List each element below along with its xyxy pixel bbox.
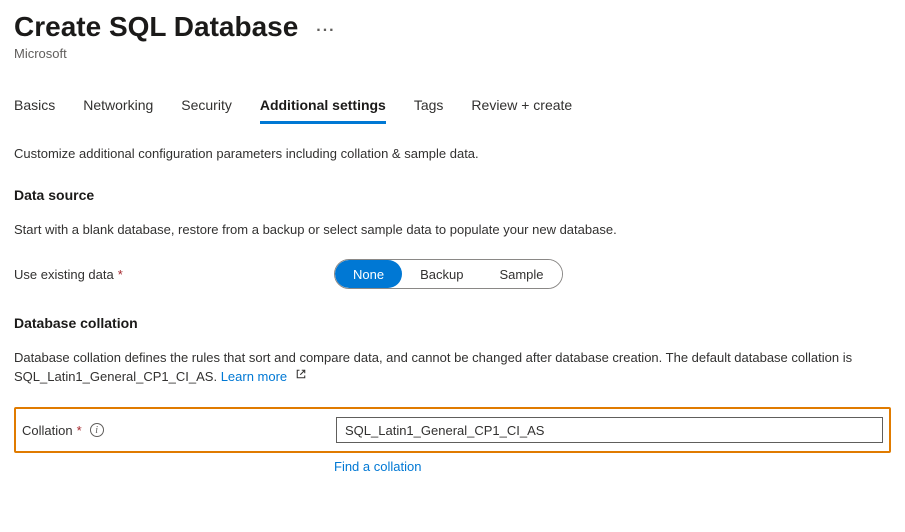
- option-sample[interactable]: Sample: [481, 260, 561, 288]
- collation-input[interactable]: [336, 417, 883, 443]
- external-link-icon: [295, 369, 307, 383]
- more-actions-icon[interactable]: ...: [316, 18, 335, 36]
- intro-text: Customize additional configuration param…: [14, 146, 891, 161]
- tab-security[interactable]: Security: [181, 91, 232, 123]
- option-backup[interactable]: Backup: [402, 260, 481, 288]
- collation-label: Collation * i: [22, 423, 336, 438]
- collation-desc: Database collation defines the rules tha…: [14, 349, 891, 387]
- learn-more-link[interactable]: Learn more: [221, 369, 287, 384]
- option-none[interactable]: None: [335, 260, 402, 288]
- required-star-icon: *: [77, 423, 82, 438]
- publisher-name: Microsoft: [14, 46, 891, 61]
- use-existing-data-label: Use existing data *: [14, 267, 334, 282]
- tab-basics[interactable]: Basics: [14, 91, 55, 123]
- find-a-collation-link[interactable]: Find a collation: [334, 459, 421, 474]
- tab-review-create[interactable]: Review + create: [471, 91, 572, 123]
- data-source-desc: Start with a blank database, restore fro…: [14, 221, 891, 240]
- page-title: Create SQL Database: [14, 10, 298, 44]
- tab-networking[interactable]: Networking: [83, 91, 153, 123]
- collation-heading: Database collation: [14, 315, 891, 331]
- tab-additional-settings[interactable]: Additional settings: [260, 91, 386, 123]
- collation-field-highlight: Collation * i: [14, 407, 891, 453]
- required-star-icon: *: [118, 267, 123, 282]
- use-existing-data-toggle: None Backup Sample: [334, 259, 563, 289]
- tab-tags[interactable]: Tags: [414, 91, 444, 123]
- data-source-heading: Data source: [14, 187, 891, 203]
- tabs: Basics Networking Security Additional se…: [14, 91, 891, 124]
- info-icon[interactable]: i: [90, 423, 104, 437]
